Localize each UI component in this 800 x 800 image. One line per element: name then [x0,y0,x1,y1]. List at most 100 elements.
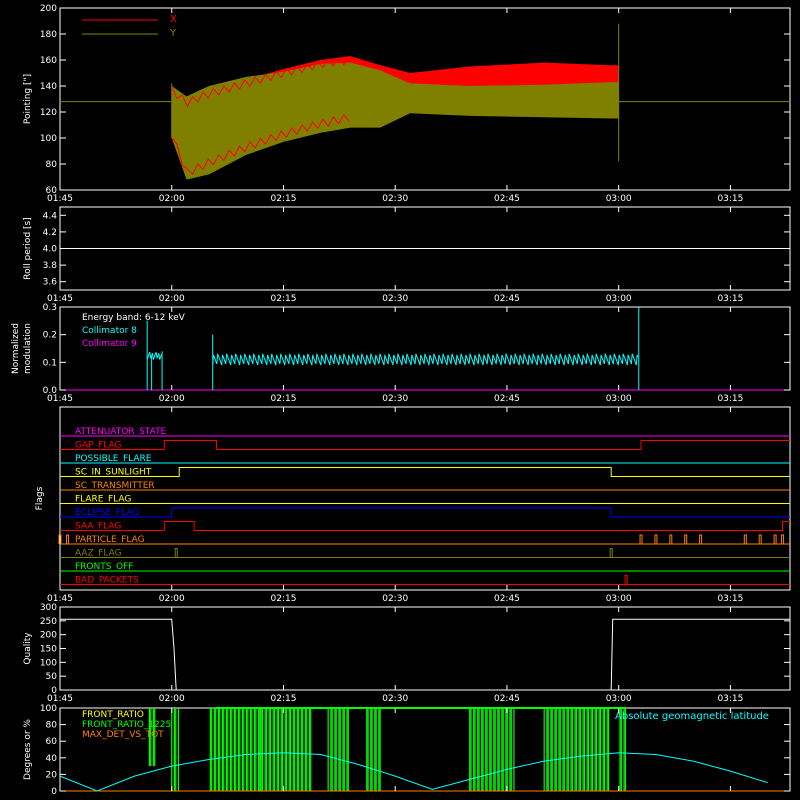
y-tick-label: 20 [46,770,58,780]
y-tick-label: 100 [40,658,57,668]
x-tick-label: 01:45 [47,694,73,704]
flag-label: SC_TRANSMITTER [75,481,155,491]
y-tick-label: 100 [40,704,57,714]
x-tick-label: 02:30 [382,194,408,204]
x-tick-label: 03:00 [606,294,632,304]
legend-label-x: X [170,14,177,25]
flag-pulse [699,534,703,544]
y-tick-label: 3.6 [43,278,58,288]
y-tick-label: 200 [40,631,57,641]
x-tick-label: 03:00 [606,594,632,604]
flag-label: SAA_FLAG [75,522,121,532]
y-tick-label: 40 [46,754,58,764]
y-tick-label: 4.0 [43,245,58,255]
y-axis-label: Roll period [s] [23,217,33,279]
flag-label: SC_IN_SUNLIGHT [75,468,152,478]
x-tick-label: 03:15 [717,194,743,204]
x-tick-label: 02:45 [494,294,520,304]
y-tick-label: 80 [46,160,58,170]
legend-label-front-ratio-1225: FRONT_RATIO_1225 [82,720,171,730]
flag-label: POSSIBLE_FLARE [75,454,152,464]
x-tick-label: 02:15 [271,394,297,404]
y-axis-label: Degrees or % [23,719,33,780]
x-tick-label: 02:45 [494,194,520,204]
y-tick-label: 120 [40,108,57,118]
x-tick-label: 02:30 [382,394,408,404]
x-tick-label: 02:00 [159,694,185,704]
flag-label: PARTICLE_FLAG [75,535,145,545]
legend-label-geomagnetic-latitude: Absolute geomagnetic latitude [615,711,769,722]
flag-line-sc-in-sunlight [60,467,790,477]
x-tick-label: 02:30 [382,594,408,604]
flag-line-eclipse-flag [60,507,790,518]
flag-line-saa-flag [60,521,790,531]
x-tick-label: 02:45 [494,594,520,604]
y-tick-label: 200 [40,4,57,14]
x-tick-label: 02:45 [494,394,520,404]
y-tick-label: 250 [40,617,57,627]
flag-pulse [773,534,777,544]
legend-label-y: Y [169,28,177,39]
y-tick-label: 60 [46,737,58,747]
y-axis-label: Quality [23,632,33,665]
legend-label-collimator-9: Collimator 9 [82,339,137,349]
flag-pulse [174,548,178,558]
y-axis-label: Flags [35,486,45,510]
legend-label-collimator-8: Collimator 8 [82,326,137,336]
x-tick-label: 03:00 [606,694,632,704]
collimator-8-line [212,353,639,366]
flag-label: GAP_FLAG [75,441,121,451]
flag-label: FLARE_FLAG [75,495,131,505]
y-tick-label: 160 [40,56,57,66]
quality-series-line [60,618,790,691]
collimator-8-line [146,351,162,360]
x-tick-label: 03:15 [717,694,743,704]
flags-panel [59,406,791,591]
flag-label: ATTENUATOR_STATE [75,427,167,437]
y-tick-label: 3.8 [43,261,58,271]
flag-pulse [654,534,658,544]
geomagnetic-latitude-line [59,752,768,792]
y-tick-label: 180 [40,30,57,40]
x-tick-label: 03:00 [606,194,632,204]
x-tick-label: 02:15 [271,594,297,604]
x-tick-label: 03:15 [717,294,743,304]
flag-pulse [669,534,673,544]
x-tick-label: 02:15 [271,694,297,704]
flag-line-gap-flag [60,440,790,450]
flag-pulse [639,534,643,544]
y-axis-label: Normalized [11,323,21,374]
legend-label-max-det-vs-tot: MAX_DET_VS_TOT [82,730,164,740]
y-tick-label: 300 [40,603,57,613]
flag-pulse [758,534,762,544]
flag-pulse [65,534,69,544]
y-axis-label: Pointing ["] [23,74,33,124]
y-tick-label: 0 [51,787,57,797]
y-tick-label: 80 [46,721,58,731]
x-tick-label: 02:00 [159,594,185,604]
flag-pulse [624,575,628,585]
flag-pulse [781,534,785,544]
x-tick-label: 01:45 [47,194,73,204]
x-tick-label: 02:30 [382,294,408,304]
x-tick-label: 02:15 [271,194,297,204]
data-plot: XY608010012014016018020001:45 02:00 02:15 0… [11,4,791,797]
y-tick-label: 140 [40,82,57,92]
x-tick-label: 02:15 [271,294,297,304]
x-tick-label: 02:00 [159,194,185,204]
x-tick-label: 01:45 [47,394,73,404]
y-tick-label: 150 [40,645,57,655]
x-tick-label: 03:15 [717,594,743,604]
x-tick-label: 02:00 [159,294,185,304]
flag-label: AAZ_FLAG [75,549,122,559]
flag-pulse [609,548,613,558]
flag-label: FRONTS_OFF [75,562,133,572]
y-tick-label: 4.2 [43,228,57,238]
y-tick-label: 0.2 [43,331,57,341]
x-tick-label: 03:00 [606,394,632,404]
y-tick-label: 100 [40,134,57,144]
legend-label-front-ratio: FRONT_RATIO [82,710,144,720]
x-tick-label: 03:15 [717,394,743,404]
x-tick-label: 02:45 [494,694,520,704]
energy-band-title: Energy band: 6-12 keV [82,313,186,323]
